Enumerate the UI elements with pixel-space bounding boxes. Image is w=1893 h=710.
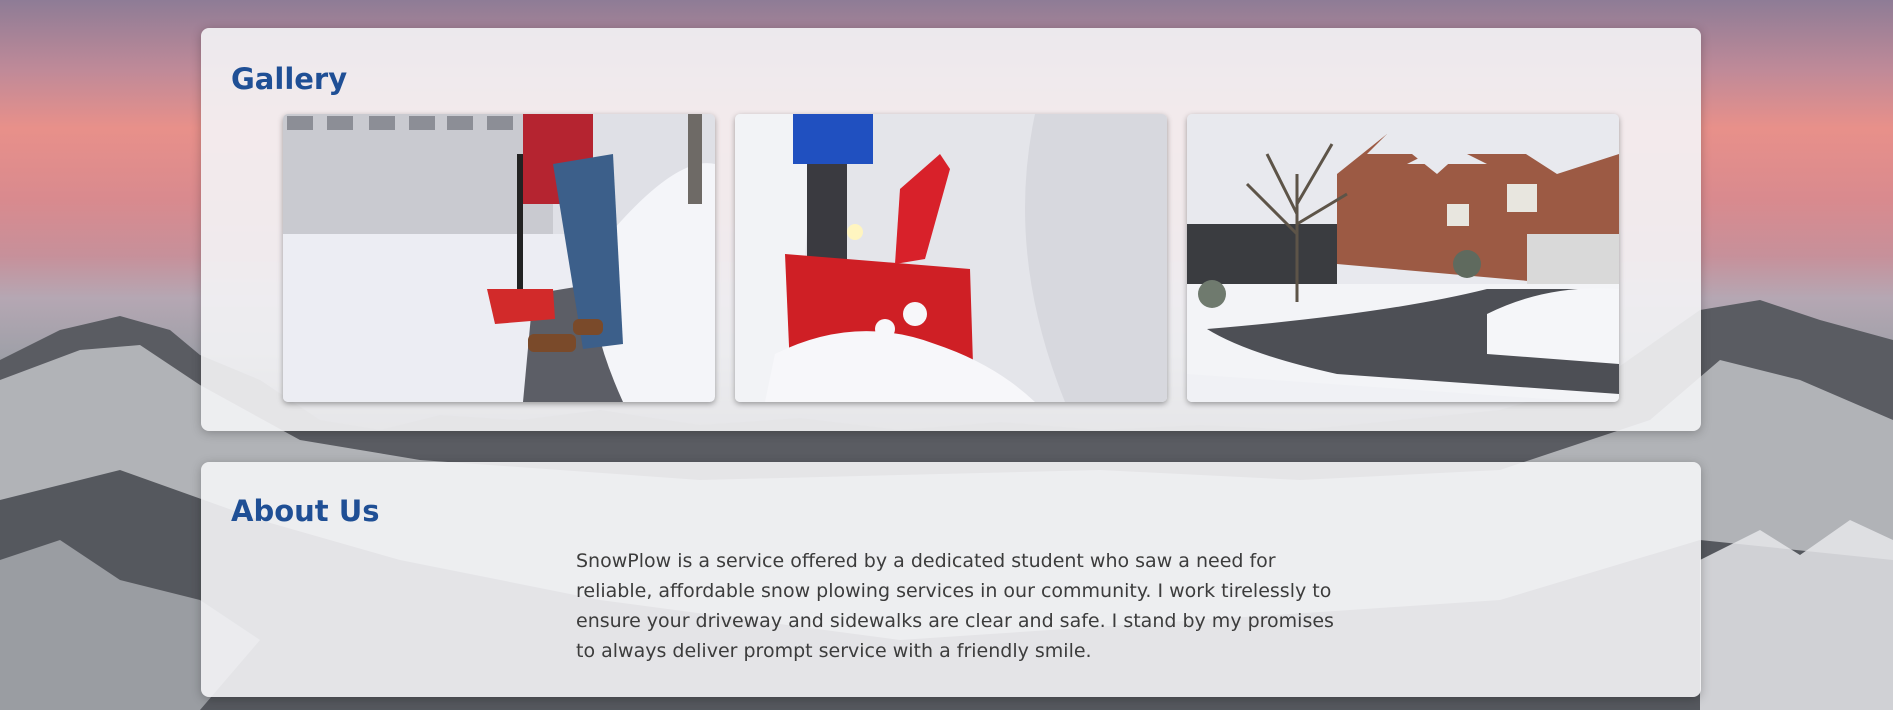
snowblower-photo: [735, 114, 1167, 402]
gallery-section: Gallery: [201, 28, 1701, 431]
gallery-title: Gallery: [231, 62, 348, 96]
shoveling-photo: [283, 114, 715, 402]
cleared-driveway-photo: [1187, 114, 1619, 402]
about-section: About Us SnowPlow is a service offered b…: [201, 462, 1701, 697]
about-title: About Us: [231, 494, 380, 528]
about-description: SnowPlow is a service offered by a dedic…: [576, 550, 1334, 662]
